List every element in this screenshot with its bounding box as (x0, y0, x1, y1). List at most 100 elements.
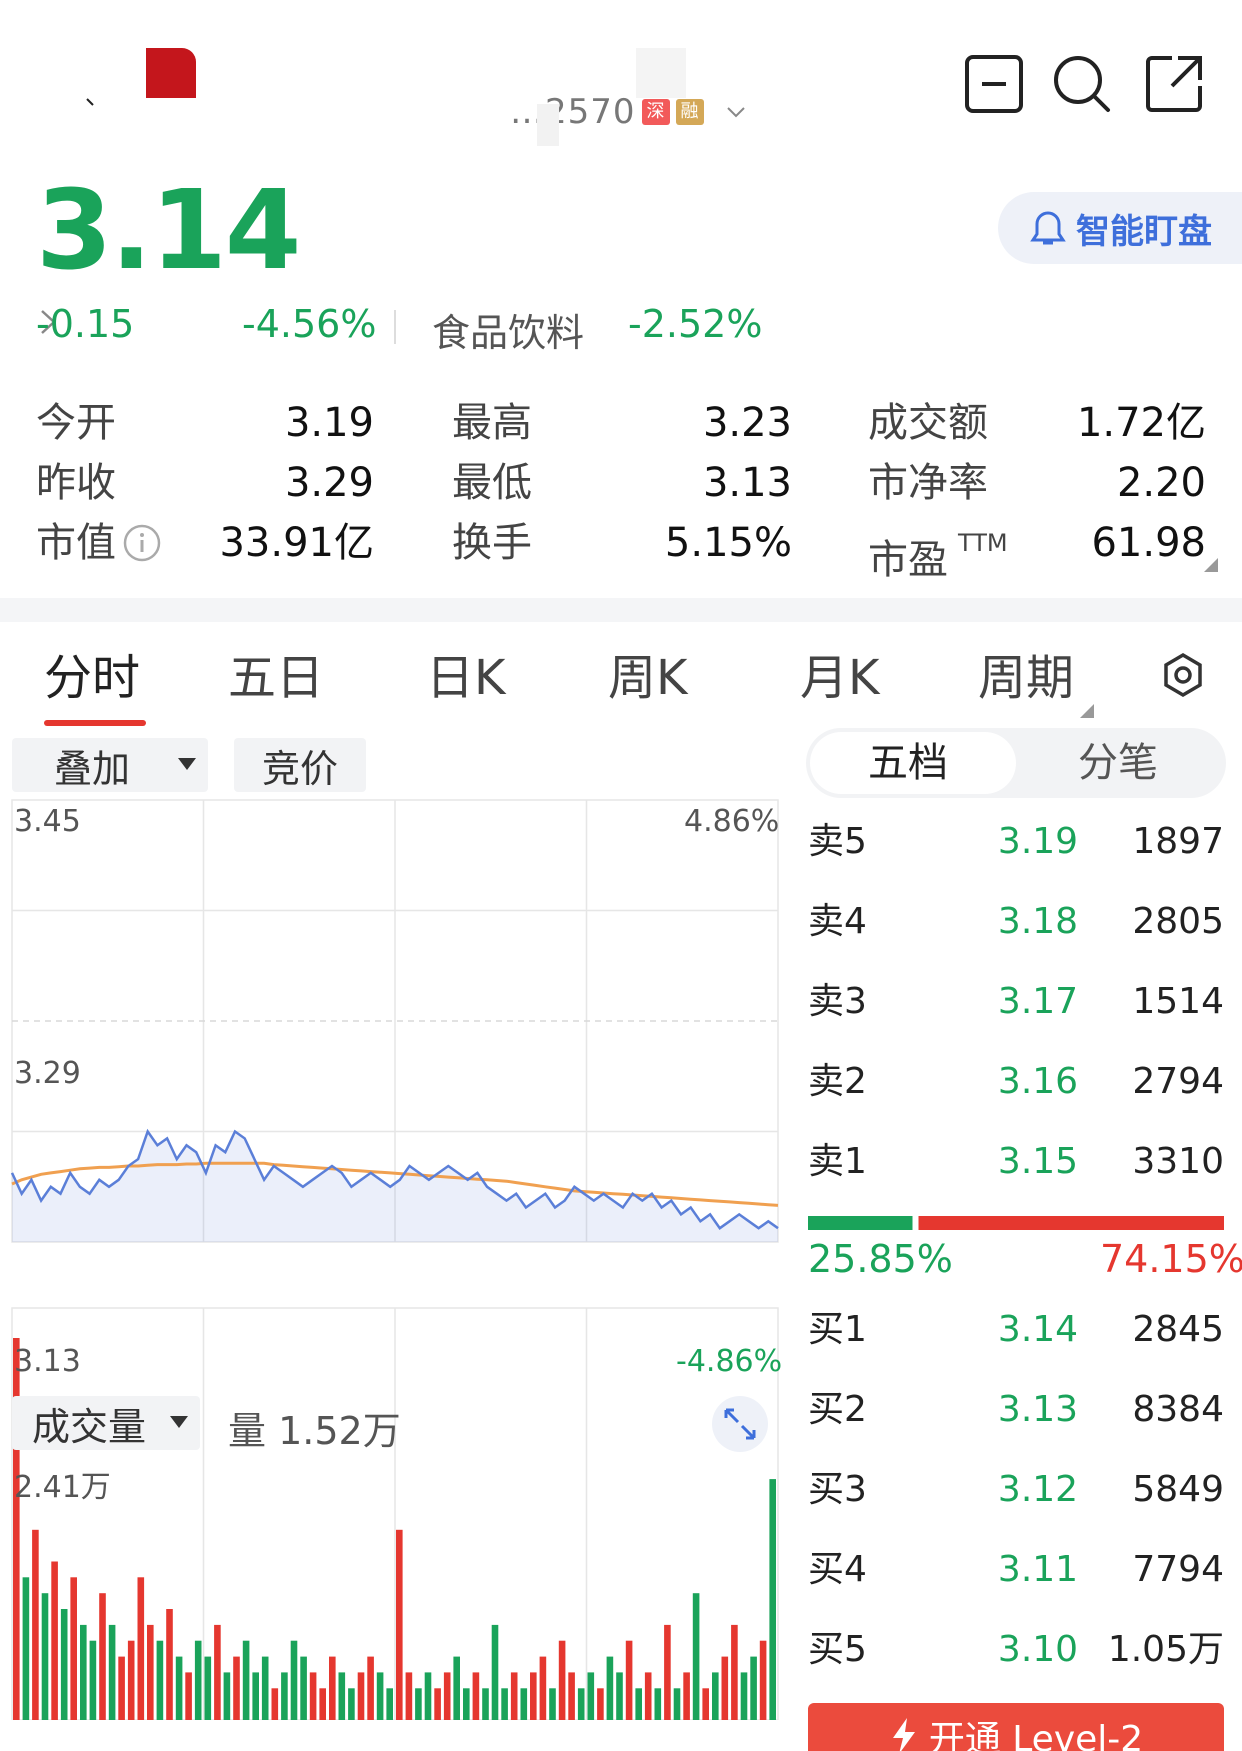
volume-bar (22, 1577, 30, 1720)
volume-bar (405, 1672, 413, 1720)
bid-row[interactable]: 买2 3.13 8384 (808, 1380, 1228, 1440)
chevron-down-icon[interactable] (724, 100, 748, 124)
ask-row[interactable]: 卖3 3.17 1514 (808, 972, 1228, 1032)
volume-bar (568, 1672, 575, 1720)
volume-bar (606, 1656, 614, 1720)
volume-bar (597, 1688, 604, 1720)
expand-chart-icon[interactable] (710, 1394, 770, 1454)
tab-five-day[interactable]: 五日 (228, 648, 324, 708)
volume-bar (242, 1640, 250, 1720)
bid-price: 3.13 (997, 1389, 1079, 1430)
volume-bar (731, 1624, 738, 1720)
bid-price: 3.12 (997, 1469, 1079, 1510)
volume-bar (625, 1640, 633, 1720)
turnover-value: 5.15% (664, 520, 792, 566)
tab-monthly-k[interactable]: 月K (800, 648, 879, 708)
volume-bar (319, 1688, 326, 1720)
bell-icon (1030, 211, 1066, 245)
volume-bar (32, 1529, 39, 1720)
ask-label: 卖4 (808, 901, 867, 942)
blurred-region (636, 48, 686, 98)
volume-bar (463, 1688, 470, 1720)
expand-corner-icon[interactable] (1204, 558, 1218, 572)
minimize-icon[interactable] (962, 52, 1026, 116)
settings-icon[interactable] (1160, 652, 1206, 698)
tab-intraday[interactable]: 分时 (44, 648, 140, 708)
volume-bar (223, 1672, 231, 1720)
section-divider (0, 598, 1242, 622)
search-icon[interactable] (1050, 52, 1114, 116)
volume-value: 量 1.52万 (228, 1409, 401, 1453)
ask-label: 卖2 (808, 1061, 867, 1102)
volume-bar (41, 1593, 49, 1720)
order-book-tabs: 五档 分笔 (806, 728, 1226, 798)
bid-row[interactable]: 买5 3.10 1.05万 (808, 1620, 1228, 1680)
period-corner-icon (1080, 704, 1094, 718)
volume-bar (89, 1640, 97, 1720)
back-mark-icon[interactable] (86, 98, 94, 106)
dropdown-triangle-icon (170, 1416, 188, 1428)
ask-row[interactable]: 卖5 3.19 1897 (808, 812, 1228, 872)
volume-bar (510, 1672, 518, 1720)
volume-bar (80, 1624, 87, 1720)
volume-bar (750, 1656, 757, 1720)
intraday-chart[interactable] (0, 790, 790, 1720)
tab-period[interactable]: 周期 (978, 648, 1074, 708)
volume-bar (635, 1688, 642, 1720)
bid-row[interactable]: 买4 3.11 7794 (808, 1540, 1228, 1600)
volume-bar (692, 1593, 700, 1720)
ask-volume: 2805 (1132, 901, 1224, 942)
pb-label: 市净率 (868, 460, 988, 506)
volume-bar (338, 1672, 346, 1720)
tab-ticks[interactable]: 分笔 (1078, 736, 1158, 790)
auction-label: 竞价 (261, 746, 338, 791)
volume-bar (290, 1640, 298, 1720)
bid-row[interactable]: 买3 3.12 5849 (808, 1460, 1228, 1520)
level2-button[interactable]: 开通 Level-2 (808, 1703, 1224, 1751)
tab-daily-k[interactable]: 日K (426, 648, 505, 708)
volume-bar (281, 1672, 288, 1720)
volume-bar (233, 1656, 240, 1720)
volume-bar (156, 1640, 164, 1720)
bid-row[interactable]: 买1 3.14 2845 (808, 1300, 1228, 1360)
bid-volume: 7794 (1132, 1549, 1224, 1590)
volume-bar (673, 1688, 681, 1720)
ask-row[interactable]: 卖1 3.15 3310 (808, 1132, 1228, 1192)
volume-bar (424, 1672, 432, 1720)
info-icon[interactable] (122, 523, 162, 563)
open-value: 3.19 (284, 400, 374, 446)
bid-volume: 5849 (1132, 1469, 1224, 1510)
mktcap-label: 市值 (36, 520, 116, 566)
buy-ratio: 25.85% (808, 1237, 953, 1281)
ask-label: 卖1 (808, 1141, 867, 1182)
pb-value: 2.20 (1116, 460, 1206, 506)
smart-watch-button[interactable]: 智能盯盘 (998, 192, 1242, 264)
volume-indicator-dropdown[interactable]: 成交量 (12, 1396, 200, 1450)
volume-bar (712, 1672, 719, 1720)
ask-volume: 1897 (1132, 821, 1224, 862)
tab-weekly-k[interactable]: 周K (608, 648, 687, 708)
amount-value: 1.72亿 (1076, 400, 1206, 446)
volume-bar (539, 1656, 547, 1720)
sector-name[interactable]: 食品饮料 (432, 302, 584, 357)
ask-row[interactable]: 卖2 3.16 2794 (808, 1052, 1228, 1112)
dropdown-triangle-icon (178, 758, 196, 770)
volume-bar (664, 1624, 671, 1720)
smart-watch-label: 智能盯盘 (1076, 211, 1212, 252)
volume-bar (654, 1688, 662, 1720)
active-tab-indicator (44, 720, 146, 726)
ask-row[interactable]: 卖4 3.18 2805 (808, 892, 1228, 952)
overlay-dropdown[interactable]: 叠加 (12, 738, 208, 792)
volume-bar (376, 1672, 384, 1720)
tab-five-levels[interactable]: 五档 (868, 736, 948, 790)
sector-change-pct[interactable]: -2.52% (628, 302, 762, 346)
volume-bar (60, 1609, 68, 1720)
current-price: 3.14 (36, 166, 301, 294)
auction-button[interactable]: 竞价 (234, 738, 366, 792)
volume-bar (367, 1656, 374, 1720)
volume-bar (740, 1672, 748, 1720)
share-icon[interactable] (1142, 52, 1206, 116)
volume-bar (137, 1577, 145, 1720)
high-value: 3.23 (702, 400, 792, 446)
bid-label: 买5 (808, 1629, 867, 1670)
